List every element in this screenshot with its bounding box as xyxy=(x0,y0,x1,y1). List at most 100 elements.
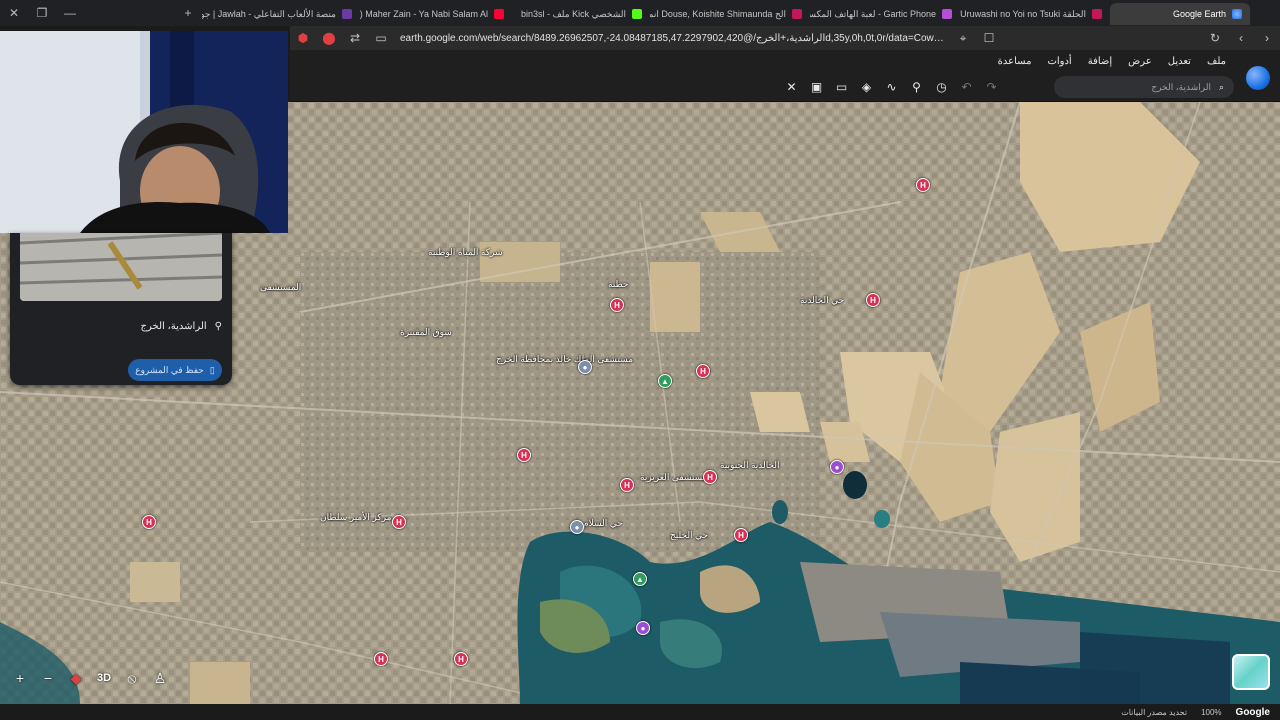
browser-tab[interactable]: انمي Uruwashi no Yoi no Tsuki الحلقة xyxy=(960,3,1110,25)
hospital-pin-icon[interactable]: H xyxy=(916,178,930,192)
place-thumbnail[interactable] xyxy=(20,233,222,301)
browser-tab[interactable]: لعبة الهاتف المكسور - Gartic Phone xyxy=(810,3,960,25)
browser-tab[interactable]: (734) Maher Zain - Ya Nabi Salam Al xyxy=(360,3,512,25)
tab-title: Google Earth xyxy=(1172,9,1226,19)
tab-title: (734) Maher Zain - Ya Nabi Salam Al xyxy=(360,9,488,19)
map-label: شركة المياه الوطنية xyxy=(428,247,503,257)
back-icon[interactable]: ‹ xyxy=(1228,31,1254,45)
map-label: حي الخالدية xyxy=(800,295,845,305)
forward-icon[interactable]: › xyxy=(1254,31,1280,45)
close-window-icon[interactable]: ✕ xyxy=(0,0,28,26)
streamer-camera-image xyxy=(0,31,288,233)
menu-help[interactable]: مساعدة xyxy=(998,56,1032,67)
extension-icon[interactable]: ⬢ xyxy=(290,31,316,45)
hospital-pin-icon[interactable]: H xyxy=(866,293,880,307)
place-pin-icon[interactable]: ● xyxy=(578,360,592,374)
translate-icon[interactable]: ⇄ xyxy=(342,31,368,45)
new-tab-button[interactable]: + xyxy=(174,0,202,26)
earth-toolbar: ✕ ▣ ▭ ◈ ∿ ⚲ ◷ ↶ ↷ الراشدية، الخرج ⌕ xyxy=(290,66,1280,102)
redo-icon[interactable]: ↷ xyxy=(982,78,1001,96)
place-pin-icon[interactable]: ● xyxy=(570,520,584,534)
status-bar: تحديد مصدر البيانات 100% Google xyxy=(0,704,1280,720)
browser-tab-bar: ✕ ❐ — + جولة | Jawlah - منصة الألعاب الت… xyxy=(0,0,1280,26)
youtube-favicon-icon xyxy=(494,9,504,19)
app-menu-bar: ملف تعديل عرض إضافة أدوات مساعدة xyxy=(290,50,1280,72)
layers-icon[interactable]: ◈ xyxy=(857,78,876,96)
browser-tab[interactable]: انمي Douse, Koishite Shimaunda الح xyxy=(650,3,810,25)
tab-title: انمي Douse, Koishite Shimaunda الح xyxy=(650,8,786,19)
bookmark-icon[interactable]: ☐ xyxy=(976,31,1002,45)
images-icon[interactable]: ▣ xyxy=(807,78,826,96)
placemark-icon[interactable]: ⚲ xyxy=(907,78,926,96)
hospital-pin-icon[interactable]: H xyxy=(374,652,388,666)
rocket-off-icon[interactable]: ✕ xyxy=(782,78,801,96)
place-pin-icon[interactable]: ● xyxy=(636,621,650,635)
tab-title: انمي Uruwashi no Yoi no Tsuki الحلقة xyxy=(960,8,1086,19)
map-label: مستشفى العزيزية xyxy=(640,472,708,482)
hospital-pin-icon[interactable]: H xyxy=(734,528,748,542)
browser-tab-active[interactable]: Google Earth xyxy=(1110,3,1250,25)
map-label: مركز الأمير سلطان xyxy=(320,512,392,522)
menu-view[interactable]: عرض xyxy=(1128,56,1152,67)
hospital-pin-icon[interactable]: H xyxy=(703,470,717,484)
street-view-pegman-icon[interactable]: ♙ xyxy=(148,666,172,690)
zoom-in-button[interactable]: + xyxy=(8,666,32,690)
hospital-pin-icon[interactable]: H xyxy=(610,298,624,312)
hospital-pin-icon[interactable]: H xyxy=(142,515,156,529)
compass-icon[interactable]: ◆ xyxy=(64,666,88,690)
place-info-panel: الراشدية، الخرج ⚲ حفظ في المشروع ▯ xyxy=(10,233,232,385)
site-settings-icon[interactable]: ▭ xyxy=(368,31,394,45)
zoom-out-button[interactable]: − xyxy=(36,666,60,690)
anime-favicon-icon xyxy=(792,9,802,19)
hospital-pin-icon[interactable]: H xyxy=(620,478,634,492)
map-label: مستشفى الملك خالد بمحافظة الخرج xyxy=(496,354,634,364)
map-label: حي السلام xyxy=(583,518,623,528)
hospital-pin-icon[interactable]: H xyxy=(454,652,468,666)
browser-tab[interactable]: bin3sl - ملف Kick الشخصي xyxy=(512,3,650,25)
map-label: سوق المقيبرة xyxy=(400,327,452,337)
place-name: الراشدية، الخرج xyxy=(140,321,207,332)
map-label: حي الخليج xyxy=(670,530,709,540)
menu-edit[interactable]: تعديل xyxy=(1168,56,1191,67)
rotate-off-icon[interactable]: ⦸ xyxy=(120,666,144,690)
google-earth-favicon-icon xyxy=(1232,9,1242,19)
bookmark-icon: ▯ xyxy=(209,364,215,375)
hospital-pin-icon[interactable]: H xyxy=(392,515,406,529)
minimize-window-icon[interactable]: — xyxy=(56,0,84,26)
history-icon[interactable]: ◷ xyxy=(932,78,951,96)
place-thumbnail-image xyxy=(20,233,222,301)
google-logo: Google xyxy=(1235,706,1270,718)
hospital-pin-icon[interactable]: H xyxy=(696,364,710,378)
map-label: الخالدية الجنوبية xyxy=(720,460,780,470)
gartic-favicon-icon xyxy=(942,9,952,19)
url-field[interactable]: earth.google.com/web/search/الراشدية،+ال… xyxy=(394,33,950,44)
path-icon[interactable]: ∿ xyxy=(882,78,901,96)
webcam-overlay xyxy=(0,31,288,233)
share-icon[interactable]: ⌖ xyxy=(950,31,976,46)
data-attribution-link[interactable]: تحديد مصدر البيانات xyxy=(1121,708,1187,717)
save-to-project-button[interactable]: حفظ في المشروع ▯ xyxy=(128,359,222,381)
menu-file[interactable]: ملف xyxy=(1207,56,1226,67)
location-pin-icon: ⚲ xyxy=(214,321,222,332)
reload-icon[interactable]: ↻ xyxy=(1202,31,1228,45)
map-style-thumbnail[interactable] xyxy=(1232,654,1270,690)
search-input[interactable]: الراشدية، الخرج ⌕ xyxy=(1054,76,1234,98)
search-placeholder: الراشدية، الخرج xyxy=(1151,81,1211,92)
jawlah-favicon-icon xyxy=(342,9,352,19)
toggle-3d-button[interactable]: 3D xyxy=(92,666,116,690)
restore-window-icon[interactable]: ❐ xyxy=(28,0,56,26)
undo-icon[interactable]: ↶ xyxy=(957,78,976,96)
extension-icon[interactable]: ⬤ xyxy=(316,31,342,45)
hospital-pin-icon[interactable]: H xyxy=(517,448,531,462)
account-avatar[interactable] xyxy=(1246,66,1270,90)
park-pin-icon[interactable]: ▲ xyxy=(633,572,647,586)
map-controls: + − ◆ 3D ⦸ ♙ xyxy=(8,666,172,690)
browser-tab[interactable]: جولة | Jawlah - منصة الألعاب التفاعلي xyxy=(202,3,360,25)
ruler-icon[interactable]: ▭ xyxy=(832,78,851,96)
place-pin-icon[interactable]: ● xyxy=(830,460,844,474)
park-pin-icon[interactable]: ▲ xyxy=(658,374,672,388)
tab-title: جولة | Jawlah - منصة الألعاب التفاعلي xyxy=(202,8,336,19)
menu-add[interactable]: إضافة xyxy=(1088,56,1112,67)
map-label: المستشفى xyxy=(260,282,302,292)
menu-tools[interactable]: أدوات xyxy=(1047,56,1071,67)
